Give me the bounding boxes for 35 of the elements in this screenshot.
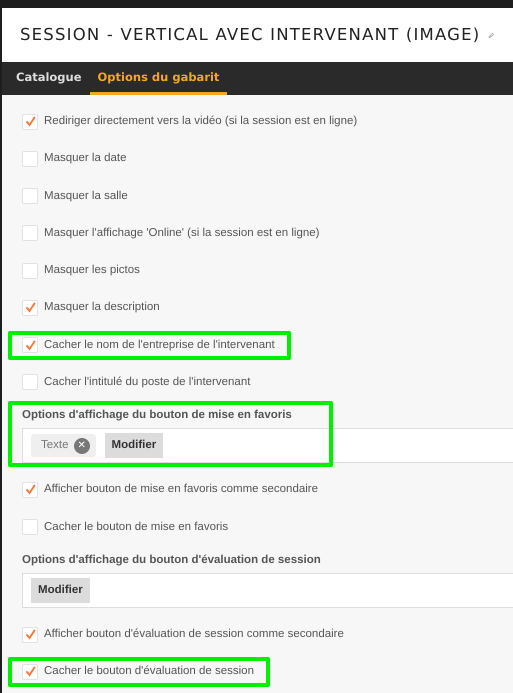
checkbox[interactable] (22, 262, 38, 279)
checkbox-label: Masquer l'affichage 'Online' (si la session est en ligne) (44, 226, 320, 241)
checkbox[interactable] (22, 664, 38, 680)
modify-button[interactable]: Modifier (104, 433, 164, 458)
checkbox-label: Cacher le nom de l'entreprise de l'intervenant (44, 338, 275, 352)
checkbox[interactable] (22, 482, 38, 498)
checkbox-label: Afficher bouton d'évaluation de session comme secondaire (44, 627, 344, 642)
field-label: Options d'affichage du bouton de mise en favoris (22, 408, 293, 423)
checkbox-label: Masquer les pictos (44, 263, 140, 278)
checkbox-label: Cacher le bouton d'évaluation de session (44, 664, 254, 680)
checkbox-label: Rediriger directement vers la vidéo (si la session est en ligne) (44, 114, 358, 129)
checkbox-label: Masquer la date (44, 151, 126, 166)
checkbox[interactable] (22, 225, 38, 242)
checkbox-label: Cacher le bouton de mise en favoris (44, 520, 228, 534)
tag-field[interactable]: Texte ✕ Modifier (22, 428, 513, 464)
remove-tag-button[interactable]: ✕ (74, 438, 90, 454)
tag-label: Texte (41, 438, 68, 454)
checkbox[interactable] (22, 519, 38, 536)
checkbox[interactable] (22, 188, 38, 204)
tag-field[interactable]: Modifier (22, 573, 513, 608)
checkbox-label: Afficher bouton de mise en favoris comme secondaire (44, 482, 318, 498)
checkbox[interactable] (22, 114, 38, 130)
checkbox[interactable] (22, 374, 38, 390)
modal-title: SESSION - VERTICAL AVEC INTERVENANT (IMAGE) (20, 25, 480, 45)
checkbox-label: Masquer la salle (44, 188, 128, 204)
checkbox-label: Cacher l'intitulé du poste de l'intervenant (44, 374, 250, 390)
tab[interactable]: Catalogue (8, 62, 90, 95)
field-label: Options d'affichage du bouton d'évaluation de session (22, 552, 322, 568)
checkbox[interactable] (22, 300, 38, 316)
checkbox-label: Masquer la description (44, 300, 160, 316)
modify-button[interactable]: Modifier (31, 578, 90, 604)
checkbox[interactable] (22, 337, 38, 354)
checkbox[interactable] (22, 150, 38, 167)
tab[interactable]: Options du gabarit (90, 62, 228, 95)
checkbox[interactable] (22, 626, 38, 643)
